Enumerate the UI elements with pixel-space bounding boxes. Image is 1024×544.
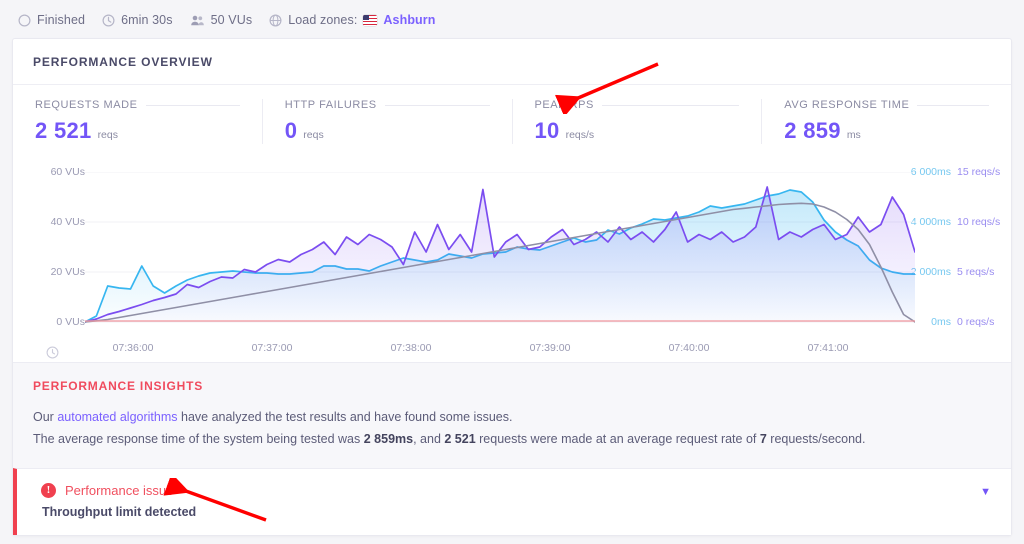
status-load-zones: Load zones: Ashburn bbox=[269, 13, 435, 27]
peak-rps-unit: reqs/s bbox=[565, 129, 595, 141]
circle-outline-icon bbox=[18, 13, 31, 27]
insights-request-rate: 7 bbox=[759, 432, 767, 446]
status-finished-label: Finished bbox=[37, 13, 86, 27]
avg-response-time-unit: ms bbox=[846, 129, 861, 141]
peak-rps-label: PEAK RPS bbox=[534, 99, 594, 111]
peak-rps-metric: PEAK RPS 10 reqs/s bbox=[511, 99, 762, 144]
requests-made-metric: REQUESTS MADE 2 521 reqs bbox=[13, 99, 262, 144]
avg-response-time-value: 2 859 bbox=[784, 118, 841, 143]
requests-made-unit: reqs bbox=[97, 129, 118, 141]
insights-line2-e: requests were made at an average request… bbox=[475, 432, 760, 446]
chart-inner: 0 VUs 20 VUs 40 VUs 60 VUs 0ms 2 000ms 4 000m… bbox=[13, 162, 1011, 362]
performance-issue-subtitle: Throughput limit detected bbox=[42, 505, 197, 519]
x-axis-tick: 07:37:00 bbox=[251, 342, 293, 354]
y-axis-tick-vus: 20 VUs bbox=[50, 266, 85, 278]
insights-avg-response-time: 2 859ms bbox=[363, 432, 414, 446]
insights-requests-count: 2 521 bbox=[444, 432, 476, 446]
chart-x-axis: 07:36:00 07:37:00 07:38:00 07:39:00 07:40:00… bbox=[13, 342, 1011, 356]
clock-icon bbox=[46, 346, 59, 359]
insights-line1-post: have analyzed the test results and have … bbox=[177, 410, 513, 424]
insights-line-2: The average response time of the system … bbox=[33, 428, 991, 450]
y-axis-tick-rps: 5 reqs/s bbox=[957, 266, 995, 278]
requests-made-label: REQUESTS MADE bbox=[35, 99, 138, 111]
http-failures-metric: HTTP FAILURES 0 reqs bbox=[261, 99, 512, 144]
status-bar: Finished 6min 30s 50 VUs Load zones: Ash… bbox=[0, 0, 1024, 40]
y-axis-tick-vus: 40 VUs bbox=[50, 216, 85, 228]
performance-insights-section: PERFORMANCE INSIGHTS Our automated algor… bbox=[13, 362, 1011, 468]
insights-line1-pre: Our bbox=[33, 410, 58, 424]
requests-made-value: 2 521 bbox=[35, 118, 92, 143]
exclamation-circle-icon: ! bbox=[41, 483, 56, 498]
performance-insights-title: PERFORMANCE INSIGHTS bbox=[33, 379, 204, 393]
chevron-down-icon[interactable]: ▼ bbox=[980, 487, 991, 498]
status-vus: 50 VUs bbox=[190, 13, 253, 27]
performance-issue-body: ! Performance issue Throughput limit det… bbox=[41, 483, 980, 519]
insights-line2-c: , and bbox=[413, 432, 445, 446]
status-duration-label: 6min 30s bbox=[121, 13, 173, 27]
status-load-zones-label: Load zones: bbox=[288, 13, 358, 27]
http-failures-label: HTTP FAILURES bbox=[284, 99, 377, 111]
performance-overview-title: PERFORMANCE OVERVIEW bbox=[13, 39, 1011, 85]
y-axis-tick-vus: 0 VUs bbox=[56, 316, 85, 328]
metric-rule bbox=[601, 104, 740, 106]
status-duration: 6min 30s bbox=[102, 13, 173, 27]
x-axis-tick: 07:40:00 bbox=[668, 342, 710, 354]
metric-rule bbox=[384, 104, 490, 106]
performance-overview-card: PERFORMANCE OVERVIEW REQUESTS MADE 2 521… bbox=[12, 38, 1012, 536]
chart-left-axis: 0 VUs 20 VUs 40 VUs 60 VUs bbox=[41, 162, 85, 328]
y-axis-tick-rps: 15 reqs/s bbox=[957, 166, 1001, 178]
performance-chart[interactable]: 0 VUs 20 VUs 40 VUs 60 VUs 0ms 2 000ms 4 000m… bbox=[13, 162, 1011, 362]
y-axis-tick-rps: 0 reqs/s bbox=[957, 316, 995, 328]
peak-rps-value: 10 bbox=[534, 118, 560, 143]
x-axis-tick: 07:36:00 bbox=[112, 342, 154, 354]
load-zone-name[interactable]: Ashburn bbox=[383, 13, 435, 27]
metric-rule bbox=[145, 104, 240, 106]
insights-line2-g: requests/second. bbox=[766, 432, 866, 446]
insights-line2-a: The average response time of the system … bbox=[33, 432, 364, 446]
metrics-row: REQUESTS MADE 2 521 reqs HTTP FAILURES 0… bbox=[13, 85, 1011, 160]
clock-icon bbox=[102, 13, 115, 27]
globe-icon bbox=[269, 13, 282, 27]
performance-issue-head: ! Performance issue bbox=[41, 483, 980, 498]
x-axis-tick: 07:39:00 bbox=[529, 342, 571, 354]
performance-issue-banner[interactable]: ! Performance issue Throughput limit det… bbox=[13, 468, 1011, 535]
avg-response-time-metric: AVG RESPONSE TIME 2 859 ms bbox=[761, 99, 1011, 144]
automated-algorithms-link[interactable]: automated algorithms bbox=[57, 410, 177, 424]
us-flag-icon bbox=[363, 14, 378, 26]
x-axis-tick: 07:41:00 bbox=[807, 342, 849, 354]
y-axis-tick-vus: 60 VUs bbox=[50, 166, 85, 178]
insights-line-1: Our automated algorithms have analyzed t… bbox=[33, 406, 991, 428]
chart-plot-area bbox=[85, 172, 915, 323]
http-failures-unit: reqs bbox=[303, 129, 324, 141]
y-axis-tick-rps: 10 reqs/s bbox=[957, 216, 1001, 228]
status-finished: Finished bbox=[18, 13, 85, 27]
http-failures-value: 0 bbox=[284, 118, 298, 143]
status-vus-label: 50 VUs bbox=[210, 13, 253, 27]
metric-rule bbox=[917, 104, 989, 106]
x-axis-tick: 07:38:00 bbox=[390, 342, 432, 354]
users-icon bbox=[190, 14, 205, 27]
avg-response-time-label: AVG RESPONSE TIME bbox=[784, 99, 910, 111]
performance-issue-title: Performance issue bbox=[65, 483, 174, 498]
